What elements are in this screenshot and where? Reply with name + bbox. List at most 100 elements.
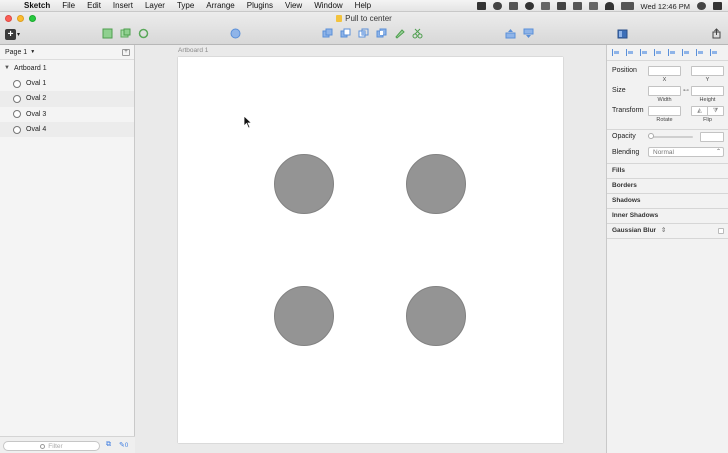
- menu-plugins[interactable]: Plugins: [241, 0, 279, 12]
- opacity-field[interactable]: [700, 132, 724, 142]
- align-center-icon[interactable]: [710, 49, 718, 56]
- layer-row-oval-1[interactable]: Oval 1: [0, 76, 134, 91]
- divider: [607, 129, 728, 130]
- difference-icon[interactable]: [376, 28, 387, 39]
- layer-label: Oval 1: [26, 80, 47, 88]
- airplay-icon[interactable]: [572, 2, 582, 10]
- width-field[interactable]: [648, 86, 681, 96]
- menu-window[interactable]: Window: [308, 0, 348, 12]
- opacity-slider[interactable]: [650, 136, 693, 138]
- disclosure-triangle-icon[interactable]: ▼: [4, 65, 10, 71]
- oval-2[interactable]: [406, 154, 466, 214]
- create-symbol-icon[interactable]: [102, 28, 113, 39]
- menu-view[interactable]: View: [279, 0, 308, 12]
- window-toolbar: Pull to center + ▾: [0, 12, 728, 45]
- clock[interactable]: Wed 12:46 PM: [641, 2, 690, 11]
- layer-row-oval-4[interactable]: Oval 4: [0, 121, 134, 138]
- document-title-text: Pull to center: [345, 14, 392, 23]
- align-bottom-icon[interactable]: [668, 49, 676, 56]
- menu-layer[interactable]: Layer: [139, 0, 171, 12]
- mask-icon[interactable]: [230, 28, 241, 39]
- canvas[interactable]: Artboard 1: [135, 45, 606, 453]
- x-label: X: [662, 77, 667, 83]
- align-right-icon[interactable]: [696, 49, 704, 56]
- notification-center-icon[interactable]: [713, 2, 722, 10]
- screen-icon[interactable]: [476, 2, 486, 10]
- oval-4[interactable]: [406, 286, 466, 346]
- fills-section[interactable]: Fills: [607, 163, 728, 178]
- insert-button[interactable]: + ▾: [5, 28, 23, 40]
- layer-label: Oval 3: [26, 110, 47, 118]
- distribute-vertical-icon[interactable]: [682, 49, 690, 56]
- blending-value: Normal: [653, 149, 674, 156]
- mirror-icon[interactable]: [617, 28, 628, 39]
- rotate-icon[interactable]: [138, 28, 149, 39]
- pages-icon[interactable]: ⧉: [106, 441, 111, 449]
- status-area: Wed 12:46 PM: [476, 0, 722, 12]
- oval-1[interactable]: [274, 154, 334, 214]
- menu-edit[interactable]: Edit: [81, 0, 107, 12]
- add-page-icon[interactable]: +: [122, 49, 130, 56]
- distribute-horizontal-icon[interactable]: [626, 49, 634, 56]
- y-position-field[interactable]: [691, 66, 724, 76]
- artboard-layer[interactable]: ▼ Artboard 1: [0, 60, 134, 76]
- menu-file[interactable]: File: [56, 0, 81, 12]
- dropbox-icon[interactable]: [508, 2, 518, 10]
- blending-select[interactable]: Normal ⌃: [648, 147, 724, 157]
- gaussian-blur-checkbox[interactable]: [718, 228, 724, 234]
- artboard[interactable]: [178, 57, 563, 443]
- gaussian-blur-section[interactable]: Gaussian Blur ⇕: [607, 223, 728, 238]
- page-selector[interactable]: Page 1 ▼ +: [0, 45, 134, 60]
- backward-icon[interactable]: [523, 28, 534, 39]
- volume-icon[interactable]: [588, 2, 598, 10]
- menu-type[interactable]: Type: [171, 0, 200, 12]
- menu-arrange[interactable]: Arrange: [200, 0, 240, 12]
- height-label: Height: [699, 97, 716, 103]
- align-top-icon[interactable]: [640, 49, 648, 56]
- gaussian-blur-label: Gaussian Blur: [612, 227, 657, 234]
- inner-shadows-section[interactable]: Inner Shadows: [607, 208, 728, 223]
- rotate-field[interactable]: [648, 106, 681, 116]
- forward-icon[interactable]: [505, 28, 516, 39]
- layer-filter-input[interactable]: Filter: [3, 441, 100, 451]
- flip-buttons: ◭ ⧩: [691, 106, 724, 116]
- drop-icon[interactable]: [540, 2, 550, 10]
- menu-help[interactable]: Help: [349, 0, 377, 12]
- layers-footer: Filter ⧉ ✎0: [0, 436, 135, 453]
- export-icon[interactable]: [711, 28, 722, 39]
- opacity-slider-knob[interactable]: [648, 133, 654, 139]
- scissors-icon[interactable]: [412, 28, 423, 39]
- info-icon[interactable]: [524, 2, 534, 10]
- battery-icon[interactable]: [620, 2, 634, 10]
- cloud-icon[interactable]: [492, 2, 502, 10]
- chevron-down-icon: ▾: [17, 31, 21, 38]
- timer-icon[interactable]: [556, 2, 566, 10]
- chevron-updown-icon[interactable]: ⇕: [661, 227, 666, 234]
- width-label: Width: [657, 97, 672, 103]
- layer-row-oval-2[interactable]: Oval 2: [0, 91, 134, 107]
- size-label: Size: [612, 87, 626, 94]
- height-field[interactable]: [691, 86, 724, 96]
- pen-icon[interactable]: [394, 28, 405, 39]
- flip-horizontal-icon[interactable]: ◭: [692, 107, 708, 115]
- oval-3[interactable]: [274, 286, 334, 346]
- align-middle-icon[interactable]: [654, 49, 662, 56]
- menu-sketch[interactable]: Sketch: [18, 0, 56, 12]
- align-left-icon[interactable]: [612, 49, 620, 56]
- divider: [607, 238, 728, 239]
- shadows-section[interactable]: Shadows: [607, 193, 728, 208]
- wifi-icon[interactable]: [604, 2, 614, 10]
- edit-icon[interactable]: [120, 28, 131, 39]
- x-position-field[interactable]: [648, 66, 681, 76]
- spotlight-icon[interactable]: [697, 2, 706, 10]
- union-icon[interactable]: [322, 28, 333, 39]
- artboard-title[interactable]: Artboard 1: [178, 47, 208, 54]
- borders-section[interactable]: Borders: [607, 178, 728, 193]
- menu-insert[interactable]: Insert: [107, 0, 139, 12]
- lock-ratio-icon[interactable]: ⊷: [683, 87, 689, 94]
- edit-layers-icon[interactable]: ✎0: [119, 441, 128, 449]
- layer-row-oval-3[interactable]: Oval 3: [0, 107, 134, 122]
- subtract-icon[interactable]: [340, 28, 351, 39]
- intersect-icon[interactable]: [358, 28, 369, 39]
- flip-vertical-icon[interactable]: ⧩: [708, 107, 723, 115]
